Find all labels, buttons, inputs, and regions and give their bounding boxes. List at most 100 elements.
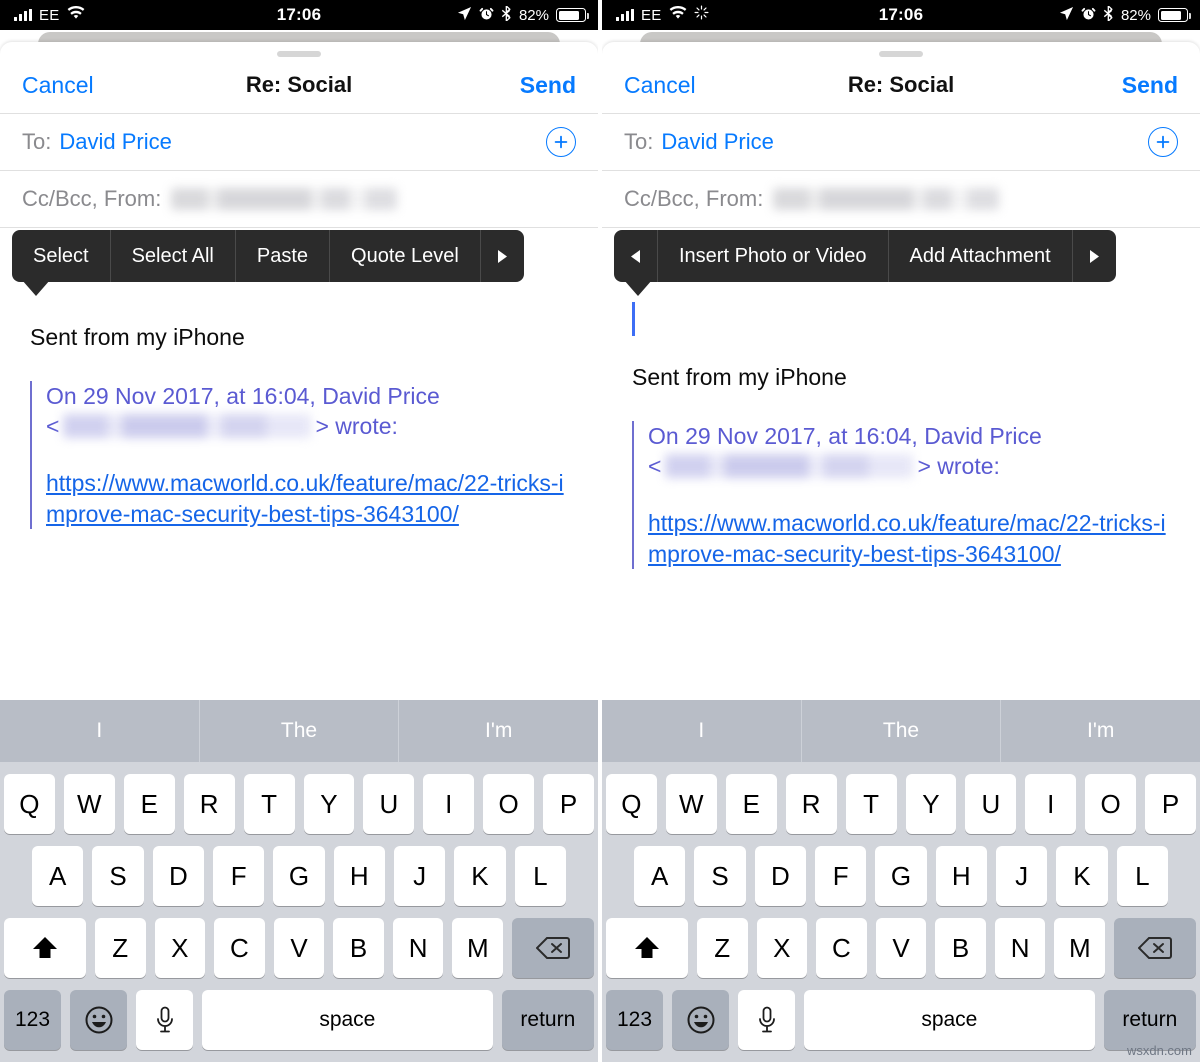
menu-item-quote-level[interactable]: Quote Level — [330, 230, 481, 282]
key-u[interactable]: U — [363, 774, 415, 834]
prediction-2[interactable]: The — [198, 700, 399, 762]
send-button[interactable]: Send — [520, 72, 576, 99]
key-g[interactable]: G — [875, 846, 927, 906]
prediction-2[interactable]: The — [800, 700, 1001, 762]
key-l[interactable]: L — [1116, 846, 1168, 906]
numbers-key[interactable]: 123 — [4, 990, 61, 1050]
key-x[interactable]: X — [756, 918, 808, 978]
prediction-3[interactable]: I'm — [398, 700, 598, 762]
menu-next-page-arrow-icon[interactable] — [1073, 230, 1116, 282]
text-cursor — [632, 302, 635, 336]
key-w[interactable]: W — [63, 774, 115, 834]
menu-item-select[interactable]: Select — [12, 230, 111, 282]
key-k[interactable]: K — [1056, 846, 1108, 906]
key-b[interactable]: B — [935, 918, 986, 978]
key-t[interactable]: T — [845, 774, 897, 834]
send-button[interactable]: Send — [1122, 72, 1178, 99]
key-m[interactable]: M — [452, 918, 504, 978]
key-f[interactable]: F — [213, 846, 265, 906]
key-i[interactable]: I — [1025, 774, 1077, 834]
add-recipient-button[interactable] — [1148, 127, 1178, 157]
space-key[interactable]: space — [202, 990, 493, 1050]
to-field[interactable]: To: David Price — [602, 114, 1200, 170]
emoji-key[interactable] — [672, 990, 729, 1050]
key-u[interactable]: U — [965, 774, 1017, 834]
key-a[interactable]: A — [32, 846, 84, 906]
key-s[interactable]: S — [92, 846, 144, 906]
space-key[interactable]: space — [804, 990, 1095, 1050]
menu-item-insert-photo-or-video[interactable]: Insert Photo or Video — [658, 230, 889, 282]
microphone-key[interactable] — [738, 990, 795, 1050]
key-n[interactable]: N — [994, 918, 1046, 978]
return-key[interactable]: return — [501, 990, 594, 1050]
to-field[interactable]: To: David Price — [0, 114, 598, 170]
key-j[interactable]: J — [393, 846, 446, 906]
delete-key[interactable] — [512, 918, 595, 978]
key-r[interactable]: R — [183, 774, 235, 834]
key-k[interactable]: K — [454, 846, 506, 906]
menu-next-page-arrow-icon[interactable] — [481, 230, 524, 282]
key-b[interactable]: B — [333, 918, 384, 978]
key-n[interactable]: N — [392, 918, 444, 978]
ccbcc-from-field[interactable]: Cc/Bcc, From: — [0, 171, 598, 227]
key-y[interactable]: Y — [303, 774, 355, 834]
key-d[interactable]: D — [152, 846, 204, 906]
key-r[interactable]: R — [785, 774, 837, 834]
shift-key[interactable] — [3, 918, 86, 978]
menu-item-select-all[interactable]: Select All — [111, 230, 236, 282]
cancel-button[interactable]: Cancel — [624, 72, 696, 99]
key-p[interactable]: P — [543, 774, 595, 834]
key-w[interactable]: W — [665, 774, 717, 834]
prediction-1[interactable]: I — [0, 700, 199, 762]
key-d[interactable]: D — [754, 846, 806, 906]
quoted-link[interactable]: https://www.macworld.co.uk/feature/mac/2… — [46, 468, 568, 530]
key-a[interactable]: A — [634, 846, 686, 906]
key-e[interactable]: E — [123, 774, 175, 834]
key-q[interactable]: Q — [3, 774, 55, 834]
key-x[interactable]: X — [154, 918, 206, 978]
prediction-1[interactable]: I — [602, 700, 801, 762]
key-z[interactable]: Z — [94, 918, 146, 978]
cancel-button[interactable]: Cancel — [22, 72, 94, 99]
key-c[interactable]: C — [214, 918, 265, 978]
key-s[interactable]: S — [694, 846, 746, 906]
numbers-key[interactable]: 123 — [606, 990, 663, 1050]
key-c[interactable]: C — [816, 918, 867, 978]
emoji-key[interactable] — [70, 990, 127, 1050]
key-v[interactable]: V — [273, 918, 325, 978]
add-recipient-button[interactable] — [546, 127, 576, 157]
key-y[interactable]: Y — [905, 774, 957, 834]
key-i[interactable]: I — [423, 774, 475, 834]
key-m[interactable]: M — [1054, 918, 1106, 978]
menu-item-paste[interactable]: Paste — [236, 230, 331, 282]
microphone-key[interactable] — [136, 990, 193, 1050]
key-h[interactable]: H — [333, 846, 385, 906]
message-body[interactable]: Sent from my iPhone On 29 Nov 2017, at 1… — [0, 324, 598, 530]
key-g[interactable]: G — [273, 846, 325, 906]
key-f[interactable]: F — [815, 846, 867, 906]
left-phone-screen: EE 17:06 82% Cancel Re: Social Send To: … — [0, 0, 598, 1062]
key-l[interactable]: L — [514, 846, 566, 906]
key-q[interactable]: Q — [605, 774, 657, 834]
quoted-link[interactable]: https://www.macworld.co.uk/feature/mac/2… — [648, 508, 1170, 570]
key-j[interactable]: J — [995, 846, 1048, 906]
menu-prev-page-arrow-icon[interactable] — [614, 230, 658, 282]
key-t[interactable]: T — [243, 774, 295, 834]
keyboard-row-1: Q W E R T Y U I O P — [0, 774, 598, 834]
prediction-3[interactable]: I'm — [1000, 700, 1200, 762]
delete-key[interactable] — [1114, 918, 1197, 978]
menu-item-add-attachment[interactable]: Add Attachment — [889, 230, 1073, 282]
message-body[interactable]: Sent from my iPhone On 29 Nov 2017, at 1… — [602, 302, 1200, 570]
shift-key[interactable] — [605, 918, 688, 978]
to-recipient[interactable]: David Price — [661, 129, 773, 155]
key-o[interactable]: O — [1085, 774, 1137, 834]
return-key[interactable]: return — [1103, 990, 1196, 1050]
key-z[interactable]: Z — [696, 918, 748, 978]
key-v[interactable]: V — [875, 918, 927, 978]
key-p[interactable]: P — [1145, 774, 1197, 834]
ccbcc-from-field[interactable]: Cc/Bcc, From: — [602, 171, 1200, 227]
key-o[interactable]: O — [483, 774, 535, 834]
key-e[interactable]: E — [725, 774, 777, 834]
key-h[interactable]: H — [935, 846, 987, 906]
to-recipient[interactable]: David Price — [59, 129, 171, 155]
